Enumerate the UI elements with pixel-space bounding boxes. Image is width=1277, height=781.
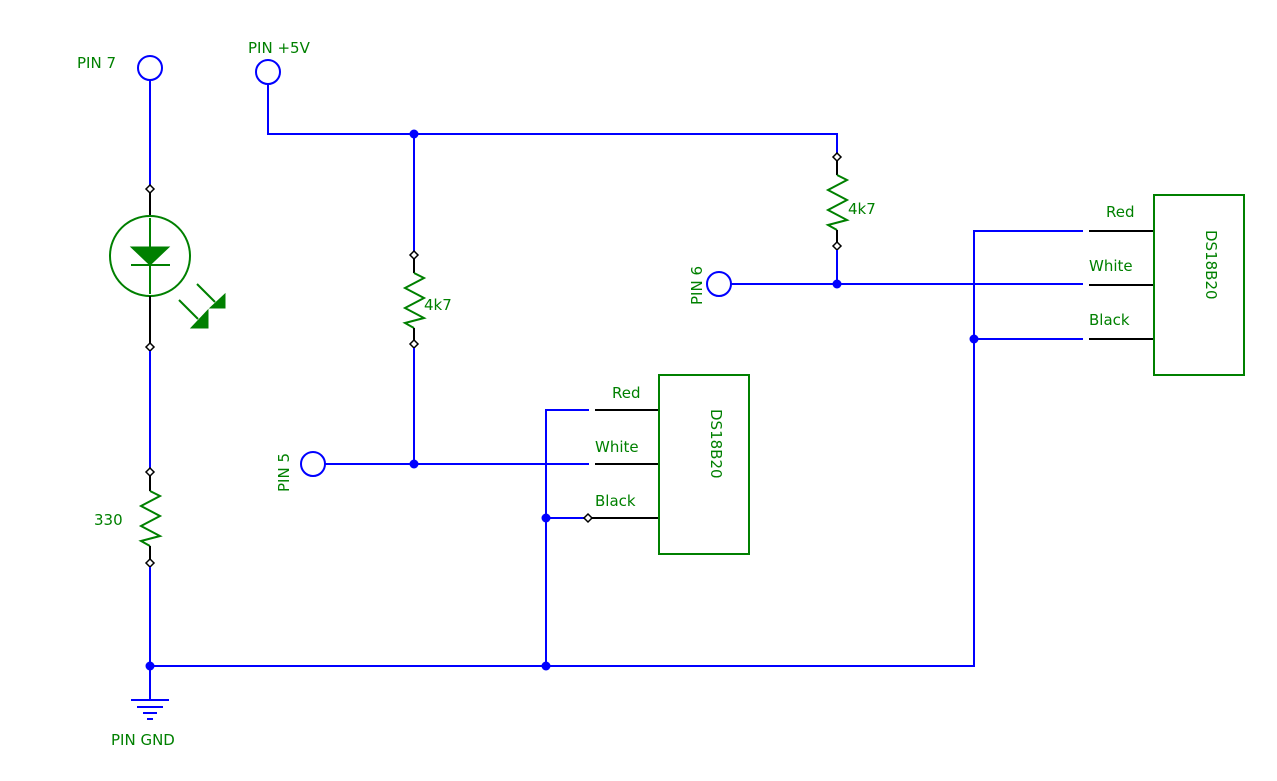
junction [832, 279, 842, 289]
circuit-schematic: PIN 7 330 PIN GND PIN +5V 4k7 PIN 5 Red … [77, 39, 1245, 749]
sensor2-wire-red-label: Red [1106, 203, 1135, 221]
resistor-4k7-1-label: 4k7 [424, 296, 452, 314]
sensor1-name: DS18B20 [707, 409, 725, 479]
pin6-terminal [706, 271, 732, 297]
endpoint [144, 183, 156, 195]
junction [145, 661, 155, 671]
sensor2-name: DS18B20 [1202, 230, 1220, 300]
sensor1-wire-black-label: Black [595, 492, 636, 510]
junction [969, 334, 979, 344]
sensor2-ds18b20-box [1153, 194, 1245, 376]
wire-sensor1-red [545, 409, 589, 666]
resistor-4k7-1-icon [402, 249, 427, 350]
pin5v-terminal [255, 59, 281, 85]
junction [541, 513, 551, 523]
resistor-4k7-2-label: 4k7 [848, 200, 876, 218]
pin7-label: PIN 7 [77, 54, 116, 72]
resistor-330-icon [138, 466, 163, 569]
junction [409, 459, 419, 469]
wire-5v-bus [267, 84, 838, 157]
sensor1-wire-white-label: White [595, 438, 639, 456]
gnd-label: PIN GND [111, 731, 175, 749]
ground-icon [131, 699, 169, 720]
sensor2-wire-white-label: White [1089, 257, 1133, 275]
resistor-4k7-2-icon [825, 151, 850, 252]
pin7-terminal [137, 55, 163, 81]
endpoint [582, 512, 594, 524]
led-icon [109, 183, 226, 353]
sensor1-wire-red-label: Red [612, 384, 641, 402]
endpoint [144, 341, 156, 353]
sensor2-wire-black-label: Black [1089, 311, 1130, 329]
pin5-terminal [300, 451, 326, 477]
pin6-label: PIN 6 [688, 266, 706, 305]
pin5v-label: PIN +5V [248, 39, 311, 57]
sensor1-ds18b20-box [658, 374, 750, 555]
resistor-330-label: 330 [94, 511, 123, 529]
pin5-label: PIN 5 [275, 453, 293, 492]
